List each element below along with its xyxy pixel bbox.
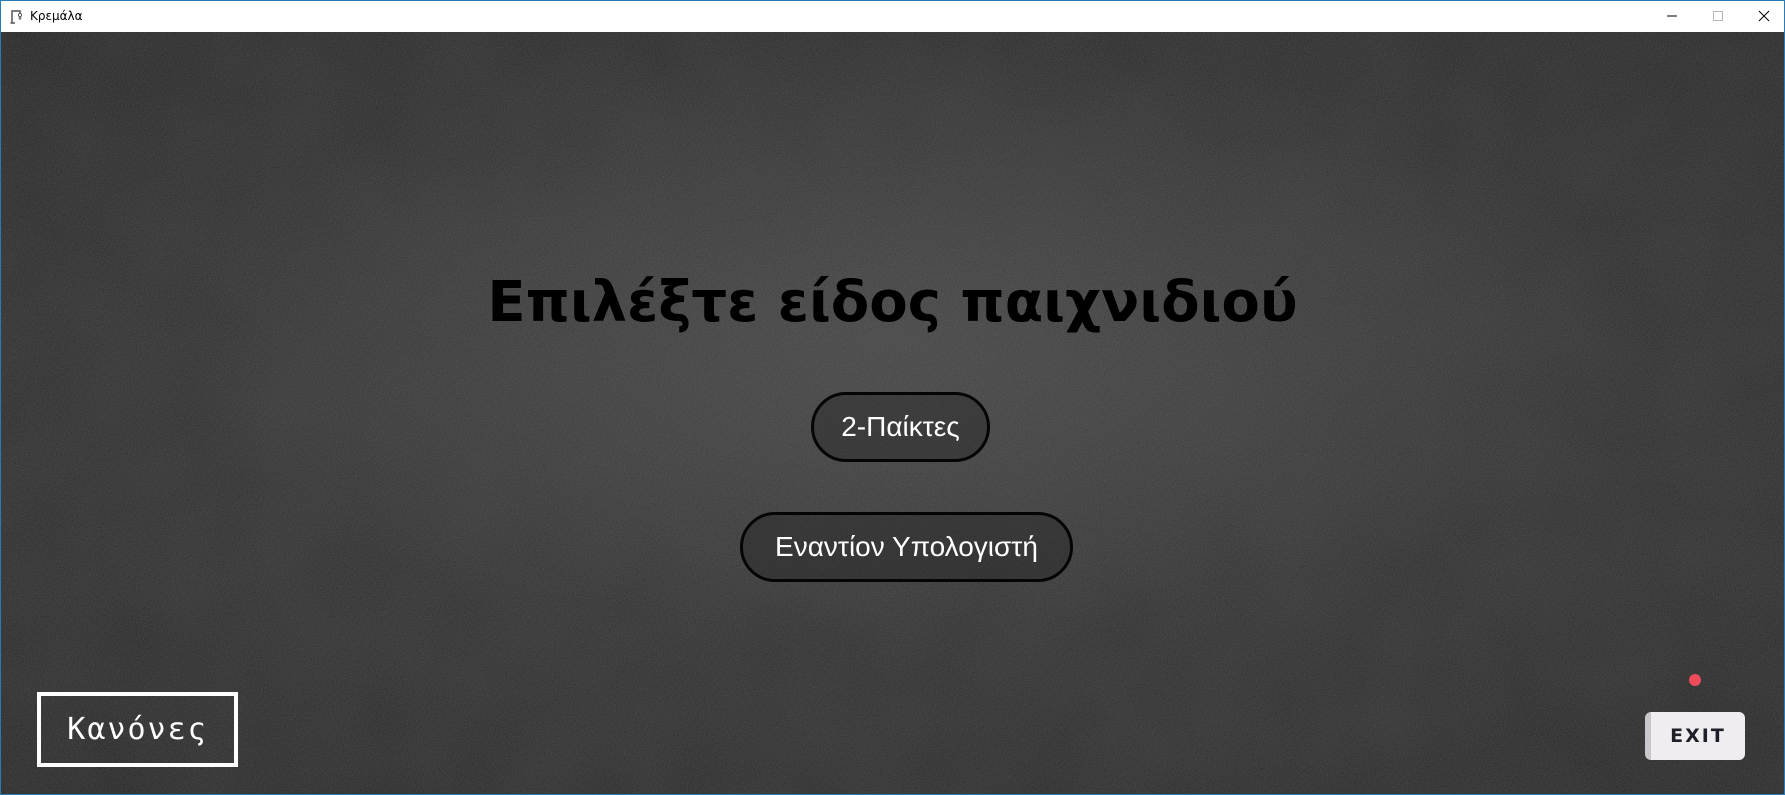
page-title: Επιλέξτε είδος παιχνιδιού <box>487 270 1298 335</box>
rules-button[interactable]: Κανόνες <box>37 692 238 767</box>
gallows-icon <box>10 9 24 24</box>
minimize-icon <box>1666 7 1678 26</box>
vs-computer-button[interactable]: Εναντίον Υπολογιστή <box>740 512 1073 582</box>
two-players-label: 2-Παίκτες <box>841 411 960 442</box>
exit-widget: EXIT <box>1641 674 1746 774</box>
game-area: Επιλέξτε είδος παιχνιδιού 2-Παίκτες Εναν… <box>1 32 1784 794</box>
maximize-icon <box>1712 7 1724 26</box>
title-bar[interactable]: Κρεμάλα <box>1 1 1784 32</box>
close-icon <box>1758 7 1770 26</box>
close-button[interactable] <box>1741 1 1785 32</box>
red-dot-indicator <box>1689 674 1701 686</box>
window-title: Κρεμάλα <box>30 9 83 23</box>
minimize-button[interactable] <box>1649 1 1695 32</box>
exit-button[interactable]: EXIT <box>1645 712 1745 760</box>
exit-label: EXIT <box>1670 725 1726 747</box>
app-window: Κρεμάλα Επιλέξτε είδος παιχνιδιού 2-Παίκ… <box>0 0 1785 795</box>
maximize-button[interactable] <box>1695 1 1741 32</box>
rules-label: Κανόνες <box>67 712 208 747</box>
vs-computer-label: Εναντίον Υπολογιστή <box>775 531 1038 562</box>
two-players-button[interactable]: 2-Παίκτες <box>811 392 990 462</box>
